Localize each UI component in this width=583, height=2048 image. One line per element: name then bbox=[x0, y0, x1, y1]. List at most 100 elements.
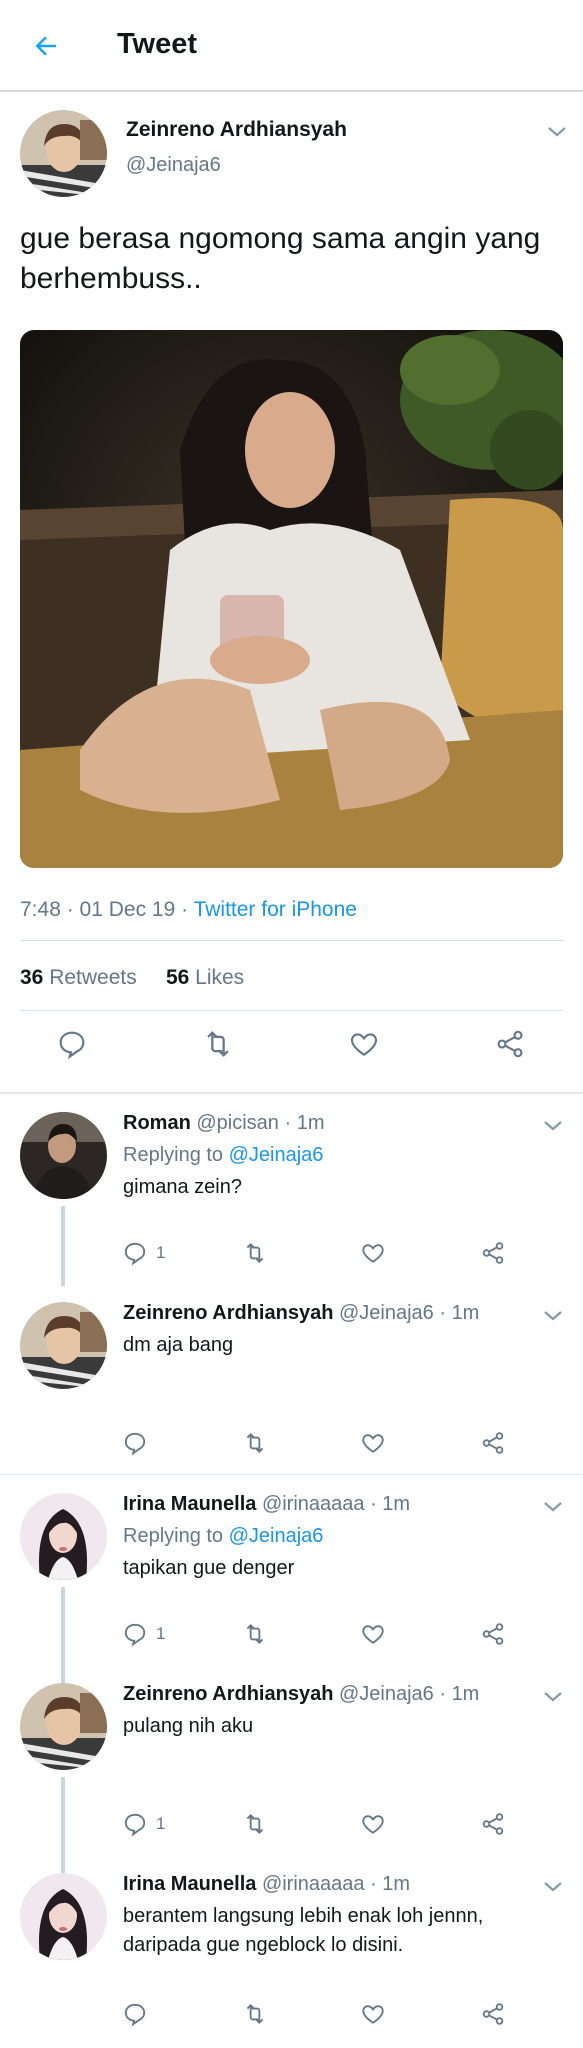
reply-button[interactable] bbox=[122, 1997, 156, 2031]
like-button[interactable] bbox=[342, 1022, 386, 1066]
likes-count: 56 bbox=[165, 966, 190, 989]
reply-header: Irina Maunella @irinaaaaa · 1m bbox=[123, 1493, 410, 1516]
author-handle[interactable]: @Jeinaja6 bbox=[126, 154, 221, 177]
retweet-button[interactable] bbox=[242, 1997, 268, 2031]
replying-to: Replying to @Jeinaja6 bbox=[123, 1144, 323, 1167]
replying-to-link[interactable]: @Jeinaja6 bbox=[229, 1144, 324, 1166]
chevron-down-icon[interactable] bbox=[541, 1875, 565, 1899]
reply-text: berantem langsung lebih enak loh jennn, … bbox=[123, 1905, 484, 1956]
heart-icon bbox=[362, 2005, 384, 2024]
replying-to-link[interactable]: @Jeinaja6 bbox=[229, 1525, 324, 1547]
reply-tweet[interactable]: Irina Maunella @irinaaaaa · 1m berantem … bbox=[0, 1855, 583, 2048]
replying-prefix: Replying to bbox=[123, 1144, 229, 1166]
tweet-photo[interactable] bbox=[20, 330, 563, 868]
retweet-button[interactable] bbox=[242, 1426, 268, 1460]
retweets-count: 36 bbox=[20, 966, 44, 989]
reply-button[interactable] bbox=[50, 1022, 94, 1066]
main-tweet: Zeinreno Ardhiansyah @Jeinaja6 gue beras… bbox=[0, 92, 583, 1092]
like-button[interactable] bbox=[360, 1807, 386, 1841]
reply-tweet[interactable]: Zeinreno Ardhiansyah @Jeinaja6 · 1m dm a… bbox=[0, 1284, 583, 1474]
tweet-stats: 36 Retweets 56 Likes bbox=[20, 966, 244, 990]
share-button[interactable] bbox=[480, 1807, 506, 1841]
author-handle[interactable]: @picisan · 1m bbox=[196, 1112, 324, 1134]
author-handle[interactable]: @irinaaaaa · 1m bbox=[262, 1873, 410, 1895]
author-handle[interactable]: @irinaaaaa · 1m bbox=[262, 1493, 410, 1515]
chevron-down-icon[interactable] bbox=[541, 1685, 565, 1709]
share-icon bbox=[482, 1623, 504, 1645]
author-name[interactable]: Irina Maunella bbox=[123, 1873, 256, 1895]
page-title: Tweet bbox=[117, 28, 198, 60]
chevron-down-icon[interactable] bbox=[541, 1495, 565, 1519]
replying-to: Replying to @Jeinaja6 bbox=[123, 1525, 323, 1548]
reply-tweet[interactable]: Irina Maunella @irinaaaaa · 1m Replying … bbox=[0, 1475, 583, 1667]
heart-icon bbox=[362, 1434, 384, 1453]
reply-icon bbox=[124, 1813, 146, 1837]
author-name[interactable]: Roman bbox=[123, 1112, 191, 1134]
retweet-button[interactable] bbox=[242, 1617, 268, 1651]
reply-text: gimana zein? bbox=[123, 1176, 242, 1198]
replying-prefix: Replying to bbox=[123, 1525, 229, 1547]
reply-header: Irina Maunella @irinaaaaa · 1m bbox=[123, 1873, 410, 1896]
avatar[interactable] bbox=[20, 1112, 107, 1199]
retweets-label: Retweets bbox=[49, 966, 137, 989]
reply-tweet[interactable]: Zeinreno Ardhiansyah @Jeinaja6 · 1m pula… bbox=[0, 1665, 583, 1857]
retweet-button[interactable] bbox=[196, 1022, 240, 1066]
reply-button[interactable]: 1 bbox=[122, 1807, 165, 1841]
avatar[interactable] bbox=[20, 1683, 107, 1770]
avatar[interactable] bbox=[20, 1493, 107, 1580]
reply-icon bbox=[59, 1031, 85, 1060]
reply-icon bbox=[124, 1242, 146, 1266]
like-button[interactable] bbox=[360, 1426, 386, 1460]
reply-text: dm aja bang bbox=[123, 1334, 234, 1356]
tweet-timestamp: 7:48 · 01 Dec 19 · Twitter for iPhone bbox=[20, 898, 357, 922]
like-button[interactable] bbox=[360, 1236, 386, 1270]
likes-stat[interactable]: 56 Likes bbox=[166, 966, 244, 989]
reply-icon bbox=[124, 2003, 146, 2027]
retweet-icon bbox=[246, 2004, 264, 2024]
reply-button[interactable]: 1 bbox=[122, 1236, 165, 1270]
avatar[interactable] bbox=[20, 1873, 107, 1960]
share-icon bbox=[482, 2003, 504, 2025]
reply-header: Zeinreno Ardhiansyah @Jeinaja6 · 1m bbox=[123, 1302, 479, 1325]
share-button[interactable] bbox=[480, 1617, 506, 1651]
author-name[interactable]: Zeinreno Ardhiansyah bbox=[126, 118, 347, 142]
source-app-link[interactable]: Twitter for iPhone bbox=[194, 898, 357, 921]
like-button[interactable] bbox=[360, 1997, 386, 2031]
author-handle[interactable]: @Jeinaja6 · 1m bbox=[339, 1683, 479, 1705]
retweet-button[interactable] bbox=[242, 1807, 268, 1841]
share-button[interactable] bbox=[480, 1236, 506, 1270]
retweet-button[interactable] bbox=[242, 1236, 268, 1270]
retweet-icon bbox=[246, 1433, 264, 1453]
retweets-stat[interactable]: 36 Retweets bbox=[20, 966, 137, 989]
tweet-time: 7:48 · 01 Dec 19 · bbox=[20, 898, 194, 921]
thread-line bbox=[61, 1855, 65, 1873]
share-button[interactable] bbox=[480, 1426, 506, 1460]
like-button[interactable] bbox=[360, 1617, 386, 1651]
heart-icon bbox=[362, 1815, 384, 1834]
reply-button[interactable] bbox=[122, 1426, 156, 1460]
reply-actions: 1 bbox=[0, 1807, 583, 1847]
reply-button[interactable]: 1 bbox=[122, 1617, 165, 1651]
retweet-icon bbox=[246, 1243, 264, 1263]
share-icon bbox=[482, 1813, 504, 1835]
chevron-down-icon[interactable] bbox=[541, 1304, 565, 1328]
divider bbox=[20, 940, 563, 941]
reply-count: 1 bbox=[156, 1814, 166, 1833]
chevron-down-icon[interactable] bbox=[541, 1114, 565, 1138]
avatar[interactable] bbox=[20, 110, 107, 197]
author-handle[interactable]: @Jeinaja6 · 1m bbox=[339, 1302, 479, 1324]
chevron-down-icon[interactable] bbox=[545, 120, 569, 144]
share-button[interactable] bbox=[480, 1997, 506, 2031]
author-name[interactable]: Zeinreno Ardhiansyah bbox=[123, 1683, 333, 1705]
thread-line bbox=[61, 1665, 65, 1683]
retweet-icon bbox=[246, 1814, 264, 1834]
avatar[interactable] bbox=[20, 1302, 107, 1389]
share-button[interactable] bbox=[488, 1022, 532, 1066]
back-button[interactable] bbox=[26, 26, 66, 66]
reply-tweet[interactable]: Roman @picisan · 1m Replying to @Jeinaja… bbox=[0, 1094, 583, 1286]
author-name[interactable]: Zeinreno Ardhiansyah bbox=[123, 1302, 333, 1324]
author-name[interactable]: Irina Maunella bbox=[123, 1493, 256, 1515]
reply-header: Zeinreno Ardhiansyah @Jeinaja6 · 1m bbox=[123, 1683, 479, 1706]
share-icon bbox=[497, 1030, 523, 1058]
reply-text: pulang nih aku bbox=[123, 1715, 254, 1737]
